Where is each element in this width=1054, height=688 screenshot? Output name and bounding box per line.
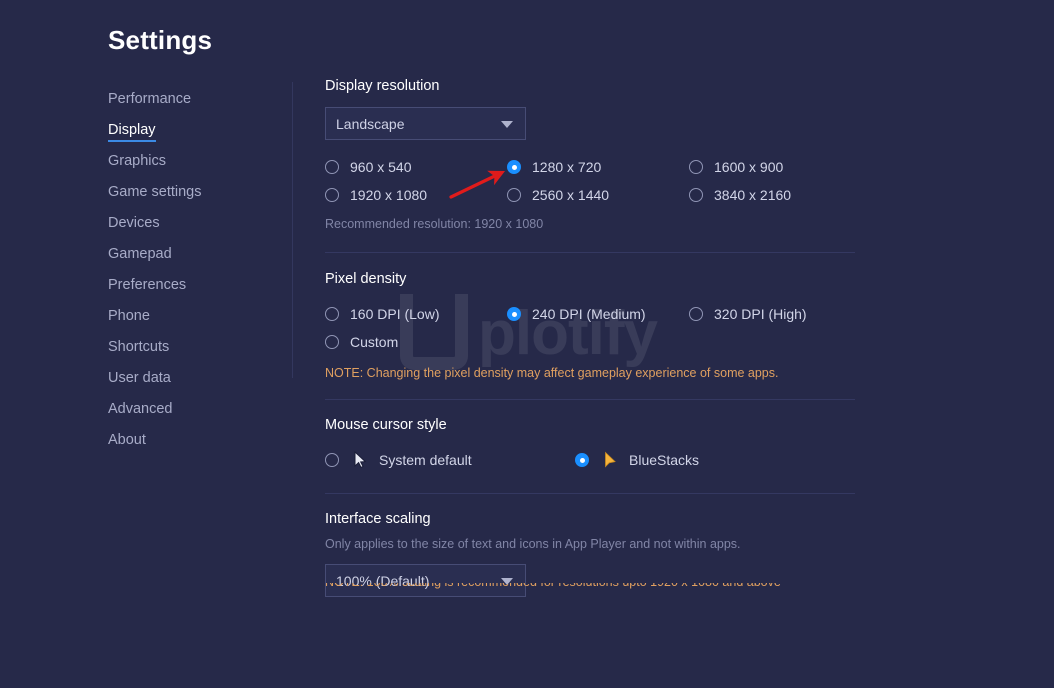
sidebar-item-label: Gamepad xyxy=(108,246,172,262)
interface-scaling-note-clipped: NOTE: 100% scaling is recommended for re… xyxy=(325,583,855,592)
resolution-option-2560x1440[interactable]: 2560 x 1440 xyxy=(507,181,689,209)
pixel-density-option-label: 160 DPI (Low) xyxy=(350,306,440,322)
settings-sidebar: Performance Display Graphics Game settin… xyxy=(108,84,288,456)
pixel-density-option-240[interactable]: 240 DPI (Medium) xyxy=(507,300,689,328)
sidebar-item-graphics[interactable]: Graphics xyxy=(108,146,288,177)
radio-icon xyxy=(507,160,521,174)
sidebar-item-label: Shortcuts xyxy=(108,339,170,355)
system-cursor-icon xyxy=(354,451,367,469)
sidebar-item-game-settings[interactable]: Game settings xyxy=(108,177,288,208)
pixel-density-note: NOTE: Changing the pixel density may aff… xyxy=(325,366,779,380)
radio-icon xyxy=(325,188,339,202)
sidebar-item-display[interactable]: Display xyxy=(108,115,288,146)
resolution-option-label: 960 x 540 xyxy=(350,159,412,175)
pixel-density-option-label: 320 DPI (High) xyxy=(714,306,807,322)
cursor-option-system-default[interactable]: System default xyxy=(325,446,575,474)
radio-icon xyxy=(689,307,703,321)
sidebar-item-gamepad[interactable]: Gamepad xyxy=(108,239,288,270)
sidebar-item-user-data[interactable]: User data xyxy=(108,363,288,394)
orientation-dropdown[interactable]: Landscape xyxy=(325,107,526,140)
radio-icon xyxy=(507,307,521,321)
orientation-value: Landscape xyxy=(336,115,405,132)
cursor-option-bluestacks[interactable]: BlueStacks xyxy=(575,446,825,474)
interface-scaling-note-text: NOTE: 100% scaling is recommended for re… xyxy=(325,583,855,589)
sidebar-item-phone[interactable]: Phone xyxy=(108,301,288,332)
sidebar-item-devices[interactable]: Devices xyxy=(108,208,288,239)
sidebar-item-preferences[interactable]: Preferences xyxy=(108,270,288,301)
resolution-option-1920x1080[interactable]: 1920 x 1080 xyxy=(325,181,507,209)
section-divider xyxy=(325,399,855,400)
sidebar-item-label: Preferences xyxy=(108,277,187,293)
interface-scaling-title: Interface scaling xyxy=(325,511,431,527)
interface-scaling-dropdown[interactable]: 100% (Default) xyxy=(325,564,526,597)
resolution-options: 960 x 540 1280 x 720 1600 x 900 1920 x 1… xyxy=(325,153,855,209)
pixel-density-option-custom[interactable]: Custom xyxy=(325,328,507,356)
recommended-resolution-text: Recommended resolution: 1920 x 1080 xyxy=(325,217,544,231)
sidebar-divider xyxy=(292,82,293,378)
sidebar-item-advanced[interactable]: Advanced xyxy=(108,394,288,425)
resolution-option-3840x2160[interactable]: 3840 x 2160 xyxy=(689,181,855,209)
sidebar-item-shortcuts[interactable]: Shortcuts xyxy=(108,332,288,363)
sidebar-item-label: Performance xyxy=(108,91,192,107)
sidebar-item-label: User data xyxy=(108,370,171,386)
resolution-option-label: 2560 x 1440 xyxy=(532,187,610,203)
resolution-option-label: 1920 x 1080 xyxy=(350,187,428,203)
cursor-option-label: BlueStacks xyxy=(629,452,700,468)
chevron-down-icon xyxy=(501,120,513,128)
pixel-density-option-label: 240 DPI (Medium) xyxy=(532,306,646,322)
display-settings-panel: Display resolution Landscape 960 x 540 1… xyxy=(325,78,855,597)
resolution-option-1600x900[interactable]: 1600 x 900 xyxy=(689,153,855,181)
radio-icon xyxy=(689,188,703,202)
sidebar-item-label: Phone xyxy=(108,308,150,324)
sidebar-item-label: Game settings xyxy=(108,184,202,200)
radio-icon xyxy=(325,160,339,174)
radio-icon xyxy=(689,160,703,174)
resolution-option-label: 3840 x 2160 xyxy=(714,187,792,203)
radio-icon xyxy=(325,335,339,349)
sidebar-item-about[interactable]: About xyxy=(108,425,288,456)
interface-scaling-description: Only applies to the size of text and ico… xyxy=(325,537,741,551)
display-resolution-title: Display resolution xyxy=(325,78,440,94)
radio-icon xyxy=(575,453,589,467)
footer-bar: i Changes will apply on next launch Save… xyxy=(0,612,1054,688)
pixel-density-section: Pixel density 160 DPI (Low) 240 DPI (Med… xyxy=(325,271,855,380)
mouse-cursor-style-title: Mouse cursor style xyxy=(325,417,447,433)
resolution-option-960x540[interactable]: 960 x 540 xyxy=(325,153,507,181)
section-divider xyxy=(325,493,855,494)
sidebar-item-label: About xyxy=(108,432,146,448)
cursor-option-label: System default xyxy=(379,452,472,468)
mouse-cursor-style-section: Mouse cursor style System default BlueSt… xyxy=(325,417,855,474)
pixel-density-title: Pixel density xyxy=(325,271,407,287)
sidebar-item-label: Advanced xyxy=(108,401,173,417)
section-divider xyxy=(325,252,855,253)
resolution-option-label: 1600 x 900 xyxy=(714,159,784,175)
sidebar-item-label: Devices xyxy=(108,215,160,231)
mouse-cursor-options: System default BlueStacks xyxy=(325,446,855,474)
display-resolution-section: Display resolution Landscape 960 x 540 1… xyxy=(325,78,855,231)
pixel-density-options: 160 DPI (Low) 240 DPI (Medium) 320 DPI (… xyxy=(325,300,855,356)
sidebar-item-performance[interactable]: Performance xyxy=(108,84,288,115)
pixel-density-option-160[interactable]: 160 DPI (Low) xyxy=(325,300,507,328)
sidebar-item-label: Graphics xyxy=(108,153,167,169)
resolution-option-label: 1280 x 720 xyxy=(532,159,602,175)
resolution-option-1280x720[interactable]: 1280 x 720 xyxy=(507,153,689,181)
pixel-density-option-320[interactable]: 320 DPI (High) xyxy=(689,300,855,328)
radio-icon xyxy=(507,188,521,202)
pixel-density-option-label: Custom xyxy=(350,334,399,350)
page-title: Settings xyxy=(108,25,213,55)
radio-icon xyxy=(325,307,339,321)
sidebar-item-label: Display xyxy=(108,122,156,142)
radio-icon xyxy=(325,453,339,467)
bluestacks-cursor-icon xyxy=(605,451,616,468)
